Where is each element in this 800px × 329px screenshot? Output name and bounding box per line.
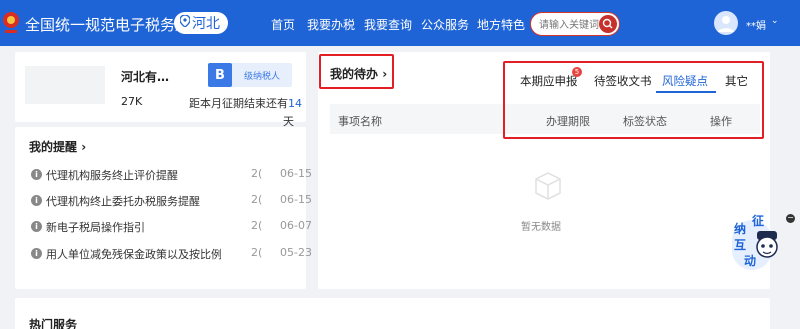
nav-home[interactable]: 首页 bbox=[271, 16, 295, 33]
info-icon: i bbox=[31, 169, 42, 180]
search-icon bbox=[602, 18, 613, 29]
location-pin-icon bbox=[179, 14, 191, 31]
minimize-helper-button[interactable]: − bbox=[786, 214, 795, 223]
nav-local-feature[interactable]: 地方特色 bbox=[477, 16, 525, 33]
chevron-right-icon: › bbox=[81, 140, 87, 154]
reminder-year: 2( bbox=[251, 167, 263, 180]
highlight-box-tabs bbox=[503, 61, 764, 139]
info-icon: i bbox=[31, 248, 42, 259]
reminder-text: 用人单位减免残保金政策以及按比例… bbox=[46, 248, 221, 261]
deadline-prefix: 距本月征期结束还有 bbox=[189, 97, 288, 110]
user-avatar[interactable] bbox=[714, 11, 738, 35]
info-icon: i bbox=[31, 221, 42, 232]
nav-query[interactable]: 我要查询 bbox=[364, 16, 412, 33]
reminder-date: 05-23 bbox=[280, 246, 312, 259]
reminder-date: 06-07 bbox=[280, 219, 312, 232]
reminder-year: 2( bbox=[251, 219, 263, 232]
nav-public-service[interactable]: 公众服务 bbox=[421, 16, 469, 33]
empty-box-icon bbox=[535, 172, 561, 200]
highlight-box-title bbox=[319, 54, 394, 89]
reminder-date: 06-15 bbox=[280, 167, 312, 180]
region-label: 河北 bbox=[192, 16, 220, 32]
reminder-date: 06-15 bbox=[280, 193, 312, 206]
reminder-text: 新电子税局操作指引 bbox=[46, 221, 145, 234]
list-item[interactable]: i 代理机构终止委托办税服务提醒 2( 06-15 bbox=[31, 193, 312, 209]
reminder-year: 2( bbox=[251, 193, 263, 206]
mascot-icon bbox=[756, 231, 778, 258]
helper-char: 互 bbox=[734, 238, 747, 252]
company-logo-placeholder bbox=[25, 66, 105, 104]
column-header-item: 事项名称 bbox=[338, 115, 382, 128]
credit-rating-letter: B bbox=[208, 63, 232, 87]
empty-state-text: 暂无数据 bbox=[521, 222, 561, 233]
helper-char: 纳 bbox=[734, 222, 747, 236]
list-item[interactable]: i 用人单位减免残保金政策以及按比例… 2( 05-23 bbox=[31, 246, 312, 262]
reminder-text: 代理机构终止委托办税服务提醒 bbox=[46, 195, 200, 208]
revenue-value: 27K bbox=[121, 95, 143, 108]
todo-card: 我的待办 › 本期应申报 5 待签收文书 风险疑点 其它 事项名称 办理期限 标… bbox=[318, 52, 770, 289]
reminders-title[interactable]: 我的提醒 › bbox=[29, 138, 86, 155]
site-title[interactable]: 全国统一规范电子税务局 bbox=[25, 14, 190, 35]
credit-rating-badge: B 级纳税人 bbox=[208, 63, 292, 87]
region-selector[interactable]: 河北 bbox=[174, 12, 228, 34]
hot-services-card: 热门服务 bbox=[15, 298, 770, 329]
reminders-card: 我的提醒 › i 代理机构服务终止评价提醒 2( 06-15 i 代理机构终止委… bbox=[15, 127, 312, 289]
search-box bbox=[530, 12, 620, 36]
search-input[interactable] bbox=[539, 15, 601, 36]
deadline-text: 距本月征期结束还有14 bbox=[189, 95, 302, 111]
reminder-text: 代理机构服务终止评价提醒 bbox=[46, 169, 178, 182]
search-button[interactable] bbox=[599, 15, 617, 33]
hot-services-title: 热门服务 bbox=[29, 318, 78, 329]
interactive-helper-widget[interactable]: 纳 征 互 动 bbox=[732, 212, 788, 274]
top-header: 全国统一规范电子税务局 河北 首页 我要办税 我要查询 公众服务 地方特色 **… bbox=[0, 0, 800, 46]
deadline-days: 14 bbox=[288, 97, 302, 110]
user-icon bbox=[718, 16, 734, 32]
reminder-year: 2( bbox=[251, 246, 263, 259]
info-icon: i bbox=[31, 195, 42, 206]
company-name: 河北有… bbox=[121, 70, 170, 84]
list-item[interactable]: i 新电子税局操作指引 2( 06-07 bbox=[31, 219, 312, 235]
helper-char: 征 bbox=[752, 214, 765, 228]
credit-rating-text: 级纳税人 bbox=[244, 72, 281, 82]
national-emblem-icon bbox=[3, 12, 19, 33]
list-item[interactable]: i 代理机构服务终止评价提醒 2( 06-15 bbox=[31, 167, 312, 183]
nav-tax-handling[interactable]: 我要办税 bbox=[307, 16, 355, 33]
username[interactable]: **娟 bbox=[746, 17, 766, 32]
taxpayer-profile-card: 河北有… B 级纳税人 27K 距本月征期结束还有14 bbox=[15, 52, 306, 122]
chevron-down-icon[interactable]: ⌄ bbox=[771, 16, 779, 26]
